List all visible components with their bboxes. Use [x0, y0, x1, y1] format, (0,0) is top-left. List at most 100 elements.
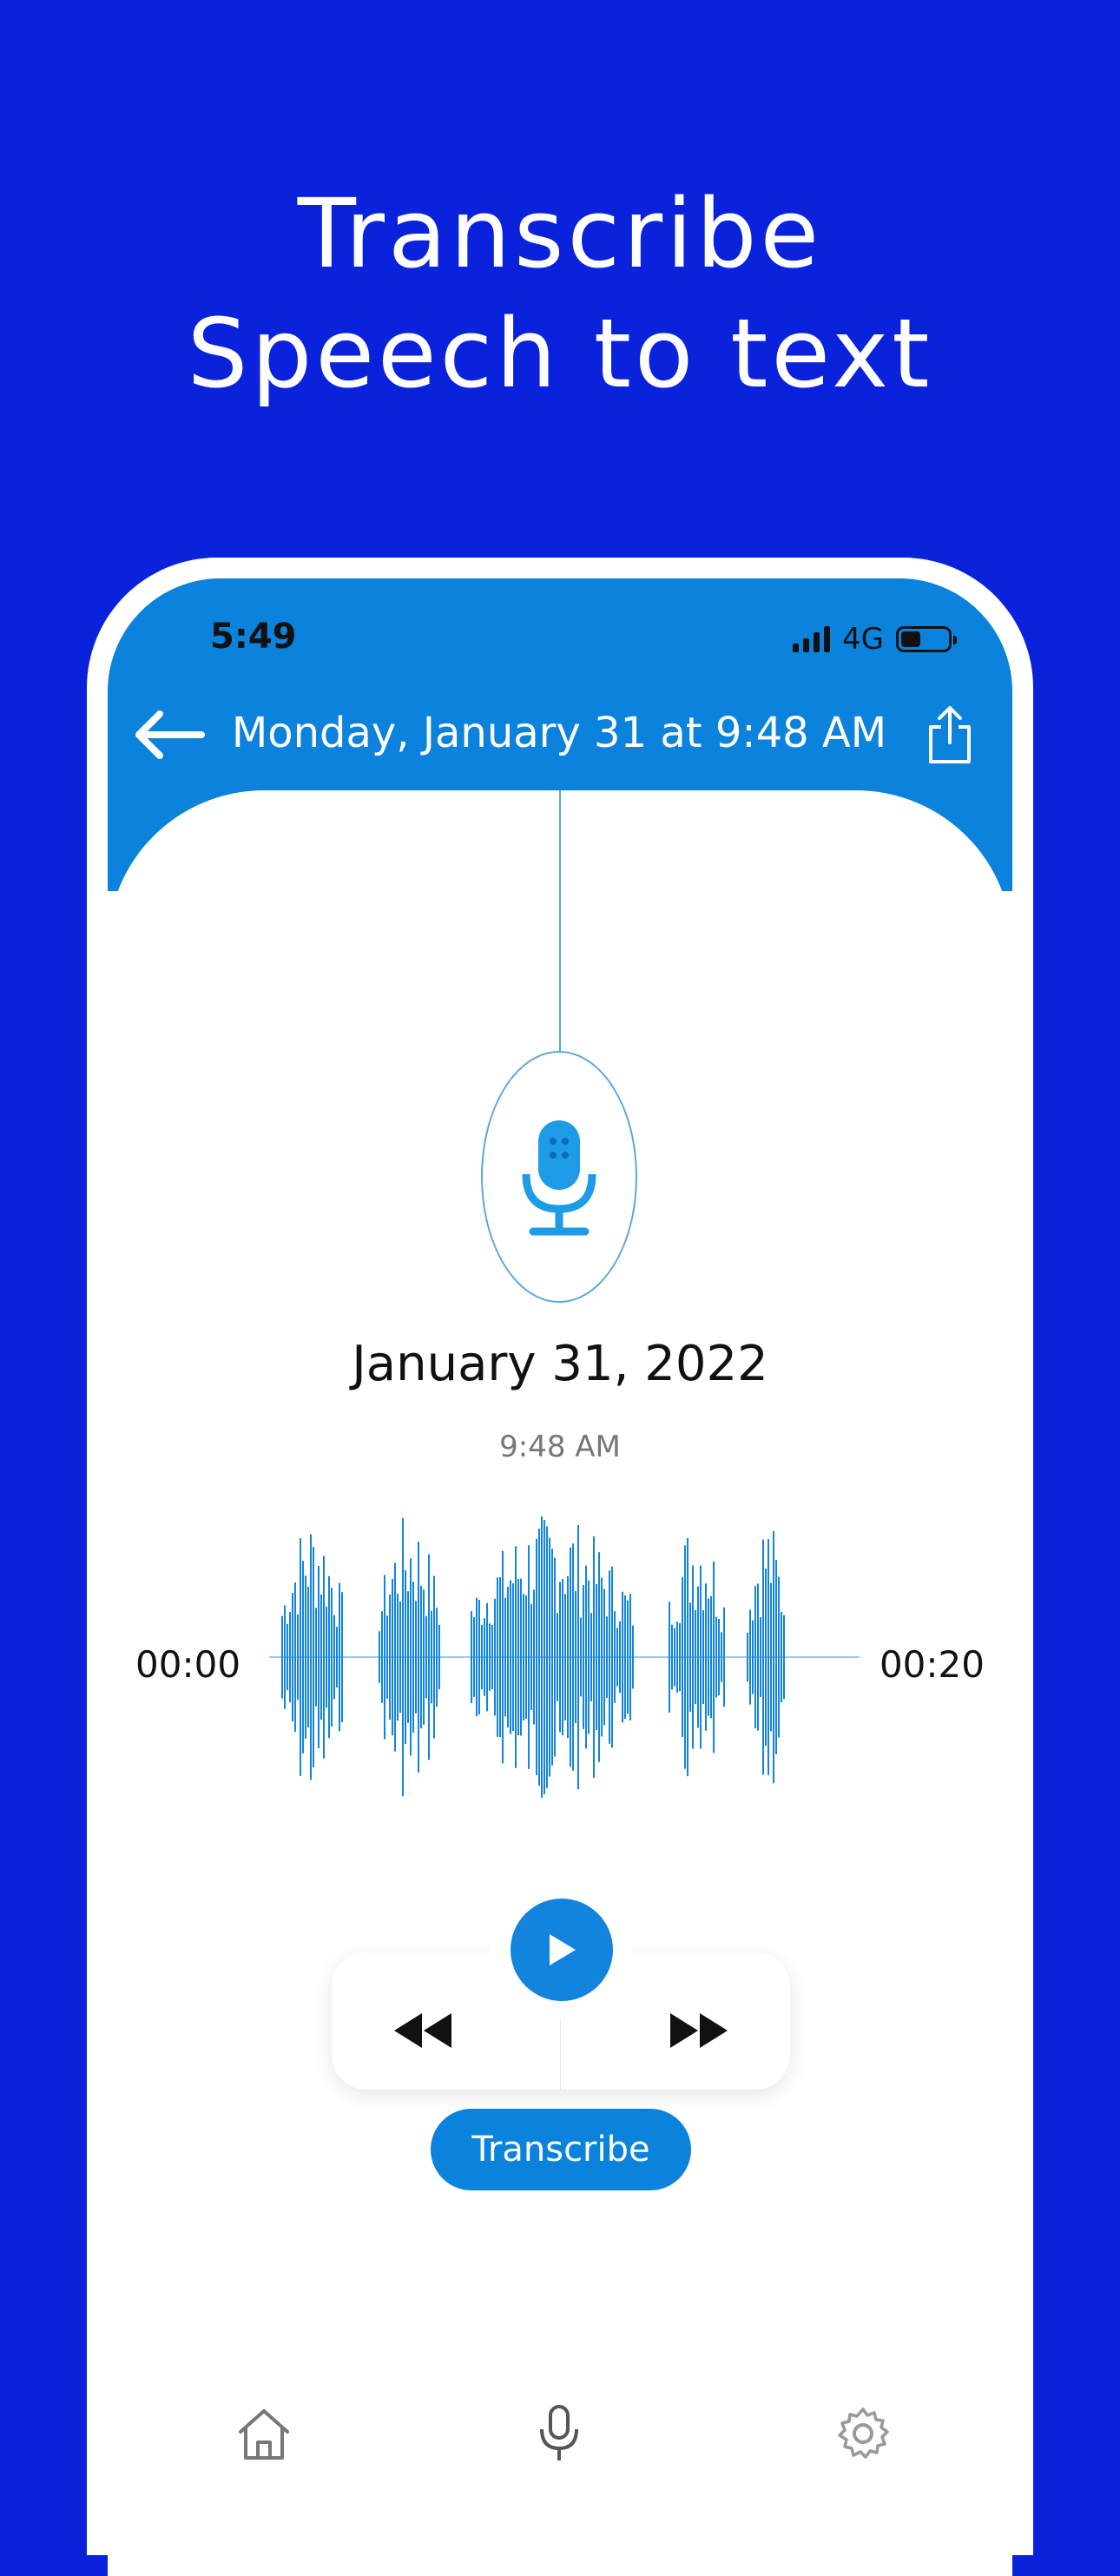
waveform-bar	[585, 1565, 587, 1749]
recording-date: January 31, 2022	[352, 1336, 768, 1392]
tab-record[interactable]	[524, 2399, 594, 2468]
waveform-bar	[381, 1611, 383, 1703]
waveform-bar	[484, 1618, 485, 1696]
waveform-bar	[333, 1615, 335, 1700]
waveform-bar	[486, 1602, 488, 1712]
waveform-bar	[510, 1580, 511, 1734]
playback-end-time: 00:20	[879, 1643, 985, 1686]
status-time: 5:49	[210, 617, 297, 657]
back-button[interactable]	[125, 700, 212, 769]
waveform-bar	[577, 1524, 579, 1790]
waveform-bar	[682, 1577, 683, 1737]
waveform-bar	[679, 1622, 681, 1692]
home-icon	[239, 2409, 289, 2460]
waveform-bar	[629, 1594, 631, 1721]
waveform-bar	[297, 1614, 299, 1701]
waveform-bar	[392, 1578, 393, 1736]
waveform-bar	[384, 1575, 385, 1740]
mic-connector-line	[559, 790, 561, 1051]
phone-frame: 5:49 4G Monday, January 31 at 9:48 AM Ja…	[87, 558, 1033, 2576]
waveform-bar	[520, 1578, 522, 1736]
waveform-bar	[499, 1576, 501, 1738]
waveform-bar	[525, 1595, 527, 1720]
waveform-bar	[428, 1554, 430, 1760]
waveform-bar	[307, 1586, 309, 1728]
waveform-bar	[692, 1565, 694, 1749]
mic-badge	[481, 1051, 637, 1303]
waveform-bar	[502, 1550, 504, 1764]
waveform-bar	[418, 1542, 419, 1773]
waveform-bar	[676, 1622, 678, 1693]
waveform-bar	[715, 1616, 717, 1698]
waveform-bar	[315, 1608, 317, 1707]
waveform-bar	[399, 1601, 401, 1714]
waveform-bar	[747, 1632, 748, 1682]
waveform-bar	[611, 1566, 613, 1748]
waveform-bar	[379, 1631, 380, 1683]
waveform-bar	[491, 1625, 493, 1689]
waveform-bar	[721, 1632, 722, 1682]
waveform-bar	[538, 1529, 540, 1786]
waveform-bar	[559, 1582, 561, 1733]
waveform-bar	[593, 1536, 595, 1778]
tab-home[interactable]	[229, 2399, 299, 2468]
waveform-bar	[572, 1543, 574, 1771]
waveform-bar	[481, 1624, 483, 1690]
rewind-button[interactable]	[384, 1996, 462, 2065]
fast-forward-button[interactable]	[660, 1996, 738, 2065]
play-button[interactable]	[511, 1899, 613, 2001]
promo-title: Transcribe Speech to text	[0, 174, 1120, 413]
waveform-bar	[669, 1602, 670, 1713]
waveform-bar	[339, 1582, 340, 1732]
waveform-bar	[412, 1582, 414, 1733]
waveform-bar	[702, 1609, 704, 1705]
waveform-bar	[614, 1611, 616, 1703]
waveform-bar	[554, 1557, 556, 1757]
tab-settings[interactable]	[828, 2399, 898, 2468]
transcribe-button[interactable]: Transcribe	[431, 2109, 691, 2190]
audio-waveform[interactable]	[269, 1509, 860, 1805]
waveform-bar	[341, 1592, 343, 1722]
status-indicators: 4G	[793, 622, 957, 657]
waveform-bar	[544, 1520, 545, 1794]
network-label: 4G	[842, 622, 884, 657]
waveform-bar	[596, 1583, 597, 1731]
waveform-bar	[431, 1610, 432, 1704]
waveform-bar	[752, 1620, 754, 1694]
microphone-icon	[540, 2405, 578, 2460]
waveform-bar	[507, 1587, 509, 1727]
waveform-bar	[433, 1575, 435, 1739]
waveform-bar	[768, 1539, 769, 1775]
waveform-bar	[710, 1595, 712, 1719]
waveform-bar	[687, 1537, 688, 1777]
waveform-bar	[438, 1624, 440, 1690]
waveform-bar	[294, 1582, 296, 1733]
waveform-bar	[708, 1598, 709, 1716]
waveform-bar	[609, 1570, 610, 1744]
waveform-bar	[619, 1621, 621, 1694]
waveform-bar	[770, 1582, 772, 1732]
waveform-bar	[590, 1613, 592, 1701]
waveform-bar	[405, 1569, 406, 1745]
waveform-bar	[328, 1575, 330, 1739]
waveform-bar	[300, 1538, 301, 1776]
waveform-bar	[749, 1609, 751, 1705]
waveform-bar	[425, 1615, 427, 1699]
waveform-bar	[551, 1549, 553, 1766]
waveform-bar	[778, 1576, 780, 1738]
waveform-bar	[783, 1615, 785, 1700]
waveform-bar	[781, 1612, 782, 1702]
waveform-bar	[473, 1617, 475, 1697]
play-icon	[550, 1934, 576, 1965]
waveform-bar	[695, 1609, 696, 1705]
battery-icon	[896, 626, 957, 652]
waveform-bar	[515, 1546, 517, 1768]
waveform-bar	[318, 1566, 320, 1748]
waveform-bar	[754, 1586, 756, 1728]
waveform-bar	[536, 1538, 537, 1776]
promo-title-line1: Transcribe	[297, 178, 823, 289]
fast-forward-icon	[670, 2013, 728, 2048]
share-button[interactable]	[915, 700, 985, 769]
waveform-bar	[564, 1594, 566, 1721]
waveform-bar	[494, 1598, 496, 1716]
